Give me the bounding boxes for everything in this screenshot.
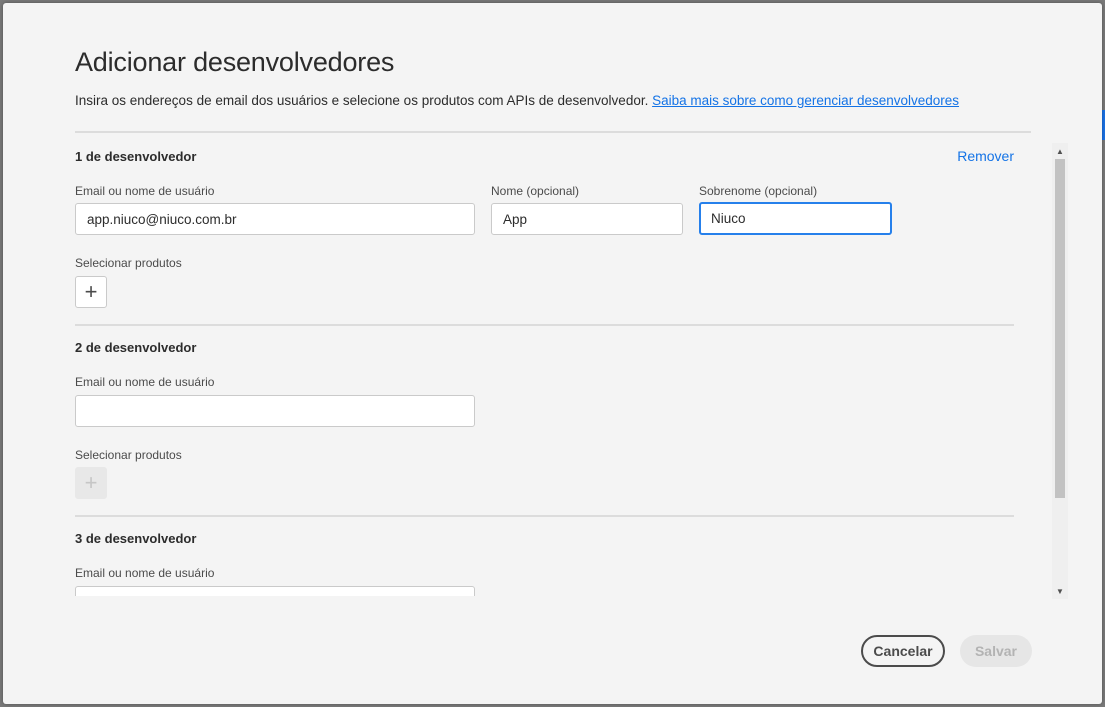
developer-heading: 2 de desenvolvedor (75, 340, 197, 355)
plus-icon: + (84, 470, 98, 495)
developers-list: 1 de desenvolvedor Remover Email ou nome… (75, 133, 1045, 596)
email-input[interactable] (75, 203, 475, 235)
email-label: Email ou nome de usuário (75, 566, 215, 580)
select-products-label: Selecionar produtos (75, 256, 182, 270)
last-name-label: Sobrenome (opcional) (699, 184, 818, 198)
learn-more-link[interactable]: Saiba mais sobre como gerenciar desenvol… (652, 93, 959, 108)
email-label: Email ou nome de usuário (75, 375, 215, 389)
first-name-input[interactable] (491, 203, 683, 235)
add-developers-dialog: Adicionar desenvolvedores Insira os ende… (3, 3, 1102, 704)
select-products-label: Selecionar produtos (75, 448, 182, 462)
first-name-label: Nome (opcional) (491, 184, 580, 198)
scroll-up-arrow-icon[interactable]: ▲ (1052, 144, 1068, 158)
email-input[interactable] (75, 586, 475, 596)
plus-icon: + (84, 279, 98, 304)
dialog-title: Adicionar desenvolvedores (75, 47, 395, 77)
add-product-button[interactable]: + (75, 276, 107, 308)
scrollbar[interactable]: ▲ ▼ (1052, 143, 1068, 599)
developer-section-3: 3 de desenvolvedor Email ou nome de usuá… (75, 517, 1014, 596)
email-label: Email ou nome de usuário (75, 184, 215, 198)
developer-heading: 1 de desenvolvedor (75, 149, 197, 164)
last-name-input[interactable] (699, 202, 892, 235)
developer-heading: 3 de desenvolvedor (75, 531, 197, 546)
add-product-button[interactable]: + (75, 467, 107, 499)
dialog-description: Insira os endereços de email dos usuário… (75, 93, 959, 108)
scrollbar-thumb[interactable] (1055, 159, 1065, 498)
scroll-down-arrow-icon[interactable]: ▼ (1052, 584, 1068, 598)
developer-section-2: 2 de desenvolvedor Email ou nome de usuá… (75, 326, 1014, 516)
remove-developer-link[interactable]: Remover (957, 148, 1014, 164)
developer-section-1: 1 de desenvolvedor Remover Email ou nome… (75, 133, 1014, 325)
email-input[interactable] (75, 395, 475, 427)
cancel-button[interactable]: Cancelar (861, 635, 945, 667)
description-text: Insira os endereços de email dos usuário… (75, 93, 653, 108)
save-button[interactable]: Salvar (960, 635, 1032, 667)
